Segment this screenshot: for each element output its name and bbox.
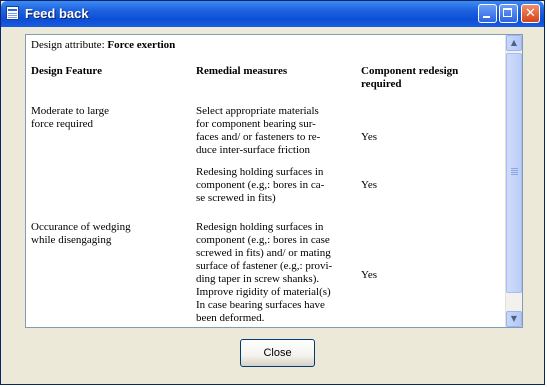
chevron-up-icon: ▲	[510, 38, 518, 47]
chevron-down-icon: ▼	[510, 314, 518, 323]
scrollbar-thumb[interactable]	[506, 53, 522, 293]
row-1-redesign: Yes	[361, 131, 378, 143]
vertical-scrollbar[interactable]: ▲ ▼	[505, 35, 522, 327]
design-attribute-value: Force exertion	[107, 39, 176, 51]
row-1-measures: Select appropriate materials for compone…	[196, 105, 321, 156]
title-bar[interactable]: Feed back ✕	[1, 1, 544, 27]
row-2-measures: Redesing holding surfaces in component (…	[196, 166, 325, 204]
header-component-redesign: Component redesign required	[361, 65, 459, 90]
row-1-feature: Moderate to large force required	[31, 105, 109, 130]
document-icon	[6, 6, 19, 20]
row-3-measures: Redesign holding surfaces in component (…	[196, 221, 333, 327]
maximize-button[interactable]	[499, 4, 518, 23]
feedback-content: Design attribute: Force exertion Design …	[26, 35, 504, 327]
minimize-icon	[483, 16, 490, 18]
feedback-text-area[interactable]: Design attribute: Force exertion Design …	[25, 34, 523, 328]
scroll-down-button[interactable]: ▼	[506, 311, 522, 327]
row-3-feature: Occurance of wedging while disengaging	[31, 221, 131, 246]
maximize-icon	[503, 8, 512, 17]
minimize-button[interactable]	[478, 4, 497, 23]
design-attribute-label: Design attribute:	[31, 39, 105, 51]
close-button[interactable]: Close	[240, 339, 315, 367]
feedback-window: Feed back ✕ Design attribute: Force exer…	[0, 0, 545, 385]
close-icon: ✕	[525, 6, 536, 21]
grip-icon	[511, 168, 518, 169]
scroll-up-button[interactable]: ▲	[506, 35, 522, 51]
header-remedial-measures: Remedial measures	[196, 65, 288, 77]
window-title: Feed back	[25, 6, 89, 21]
design-attribute-line: Design attribute: Force exertion	[31, 39, 175, 51]
row-3-redesign: Yes	[361, 269, 378, 281]
close-window-button[interactable]: ✕	[521, 4, 540, 23]
row-2-redesign: Yes	[361, 179, 378, 191]
header-design-feature: Design Feature	[31, 65, 102, 77]
